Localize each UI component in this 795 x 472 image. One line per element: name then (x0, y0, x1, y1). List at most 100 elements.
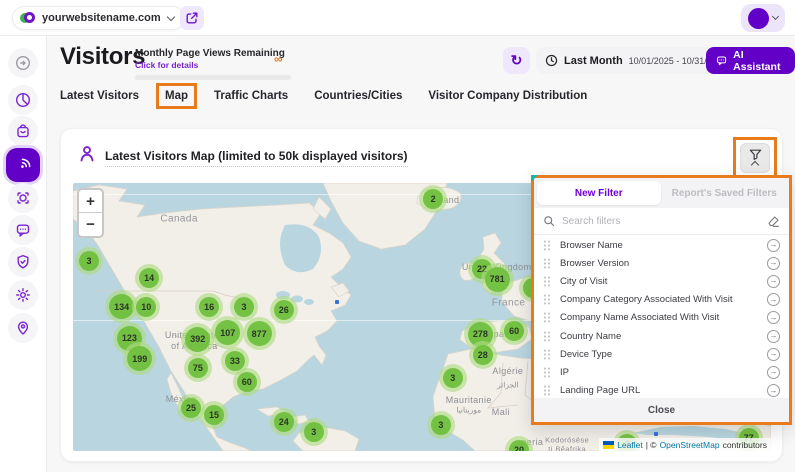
app-root: yourwebsitename.com (0, 0, 795, 472)
site-favicon-icon (20, 11, 35, 26)
sidebar-item-chat[interactable] (8, 215, 38, 245)
sidebar-item-audience[interactable] (8, 183, 38, 213)
map-cluster-marker[interactable]: 60 (233, 368, 261, 396)
user-menu[interactable] (741, 4, 785, 32)
tab-countries-cities[interactable]: Countries/Cities (314, 90, 402, 109)
tab-new-filter[interactable]: New Filter (537, 181, 661, 205)
filter-list-item[interactable]: Company Name Associated With Visit→ (534, 309, 789, 327)
tab-traffic-charts[interactable]: Traffic Charts (214, 90, 288, 109)
tab-map[interactable]: Map (165, 90, 188, 109)
add-filter-arrow-icon[interactable]: → (767, 384, 780, 397)
filter-list-item[interactable]: Browser Version→ (534, 254, 789, 272)
add-filter-arrow-icon[interactable]: → (767, 257, 780, 270)
map-cluster-marker[interactable]: 877 (243, 317, 276, 350)
attribution-separator: | © (646, 440, 657, 450)
map-place-label: Kodorósëse (545, 435, 589, 444)
funnel-icon (749, 149, 762, 160)
sidebar (0, 36, 47, 472)
zoom-out-button[interactable]: − (79, 213, 102, 236)
filter-item-label: IP (560, 367, 767, 378)
map-cluster-marker[interactable]: 3 (300, 418, 328, 446)
sidebar-item-orders[interactable] (8, 116, 38, 146)
quota-progress-bar (135, 75, 291, 80)
map-cluster-marker[interactable]: 781 (481, 263, 514, 296)
attribution-contributors: contributors (723, 440, 767, 450)
quota-details-link[interactable]: Click for details (135, 60, 291, 70)
map-point-marker (335, 300, 339, 304)
map-place-label: موريتانيا (456, 406, 481, 415)
add-filter-arrow-icon[interactable]: → (767, 366, 780, 379)
map-cluster-marker[interactable]: 3 (427, 411, 455, 439)
filter-list: Browser Name→Browser Version→City of Vis… (534, 235, 789, 398)
sidebar-item-analytics[interactable] (8, 85, 38, 115)
drag-handle-icon (543, 385, 551, 396)
chevron-up-icon (751, 160, 759, 168)
quota-infinity-badge: ∞ (274, 52, 283, 66)
sidebar-item-visitors[interactable] (6, 148, 40, 182)
search-icon (543, 215, 555, 227)
tab-latest-visitors[interactable]: Latest Visitors (60, 90, 139, 109)
visitors-tabs: Latest Visitors Map Traffic Charts Count… (60, 90, 587, 109)
filter-item-label: Landing Page URL (560, 385, 767, 396)
map-cluster-marker[interactable]: 392 (181, 323, 214, 356)
ai-assistant-button[interactable]: AI Assistant (706, 47, 795, 74)
quota-widget: Monthly Page Views Remaining Click for d… (135, 48, 291, 80)
map-cluster-marker[interactable]: 3 (439, 364, 467, 392)
map-cluster-marker[interactable]: 15 (200, 401, 228, 429)
openstreetmap-link[interactable]: OpenStreetMap (660, 440, 720, 450)
date-preset-label: Last Month (564, 55, 623, 67)
tab-saved-filters[interactable]: Report's Saved Filters (663, 181, 787, 205)
site-selector[interactable]: yourwebsitename.com (12, 6, 185, 30)
filter-panel-close-button[interactable]: Close (534, 398, 789, 422)
map-cluster-marker[interactable]: 28 (469, 341, 497, 369)
analytics-pie-icon (15, 92, 31, 108)
map-attribution: Leaflet | © OpenStreetMap contributors (599, 438, 771, 451)
map-cluster-marker[interactable]: 60 (500, 317, 528, 345)
map-cluster-marker[interactable]: 24 (270, 408, 298, 436)
filter-search-input[interactable] (562, 216, 760, 227)
add-filter-arrow-icon[interactable]: → (767, 330, 780, 343)
add-filter-arrow-icon[interactable]: → (767, 348, 780, 361)
clock-icon (545, 54, 558, 67)
filter-item-label: Browser Version (560, 258, 767, 269)
filter-list-item[interactable]: Browser Name→ (534, 236, 789, 254)
map-cluster-marker[interactable]: 75 (184, 354, 212, 382)
map-card-title: Latest Visitors Map (limited to 50k disp… (105, 149, 408, 167)
leaflet-link[interactable]: Leaflet (617, 440, 643, 450)
filter-list-item[interactable]: Company Category Associated With Visit→ (534, 291, 789, 309)
filter-item-label: Country Name (560, 331, 767, 342)
quota-label: Monthly Page Views Remaining (135, 48, 291, 59)
add-filter-arrow-icon[interactable]: → (767, 275, 780, 288)
add-filter-arrow-icon[interactable]: → (767, 293, 780, 306)
filter-item-label: City of Visit (560, 276, 767, 287)
settings-gear-icon (15, 287, 31, 303)
drag-handle-icon (543, 294, 551, 305)
map-cluster-marker[interactable]: 14 (135, 264, 163, 292)
share-button[interactable] (180, 6, 204, 30)
clear-filters-icon[interactable] (767, 215, 780, 228)
filter-list-item[interactable]: City of Visit→ (534, 272, 789, 290)
tab-visitor-company-distribution[interactable]: Visitor Company Distribution (428, 90, 587, 109)
drag-handle-icon (543, 258, 551, 269)
sidebar-item-settings[interactable] (8, 280, 38, 310)
add-filter-arrow-icon[interactable]: → (767, 239, 780, 252)
visitors-map-icon (77, 144, 97, 169)
sidebar-item-locations[interactable] (8, 313, 38, 343)
map-filter-button[interactable] (740, 143, 770, 173)
refresh-button[interactable]: ↻ (503, 47, 530, 74)
sidebar-collapse-button[interactable] (8, 48, 38, 78)
map-place-label: ti Bêafrika (548, 444, 586, 451)
map-point-marker (654, 432, 658, 436)
filter-list-item[interactable]: Country Name→ (534, 327, 789, 345)
collapse-arrow-icon (15, 55, 31, 71)
filter-item-label: Device Type (560, 349, 767, 360)
add-filter-arrow-icon[interactable]: → (767, 311, 780, 324)
filter-list-item[interactable]: IP→ (534, 363, 789, 381)
map-cluster-marker[interactable]: 3 (75, 247, 103, 275)
zoom-in-button[interactable]: + (79, 190, 102, 213)
map-zoom-control: + − (77, 188, 104, 238)
filter-list-item[interactable]: Device Type→ (534, 345, 789, 363)
sidebar-item-security[interactable] (8, 247, 38, 277)
filter-list-item[interactable]: Landing Page URL→ (534, 382, 789, 399)
map-cluster-marker[interactable]: 26 (270, 296, 298, 324)
